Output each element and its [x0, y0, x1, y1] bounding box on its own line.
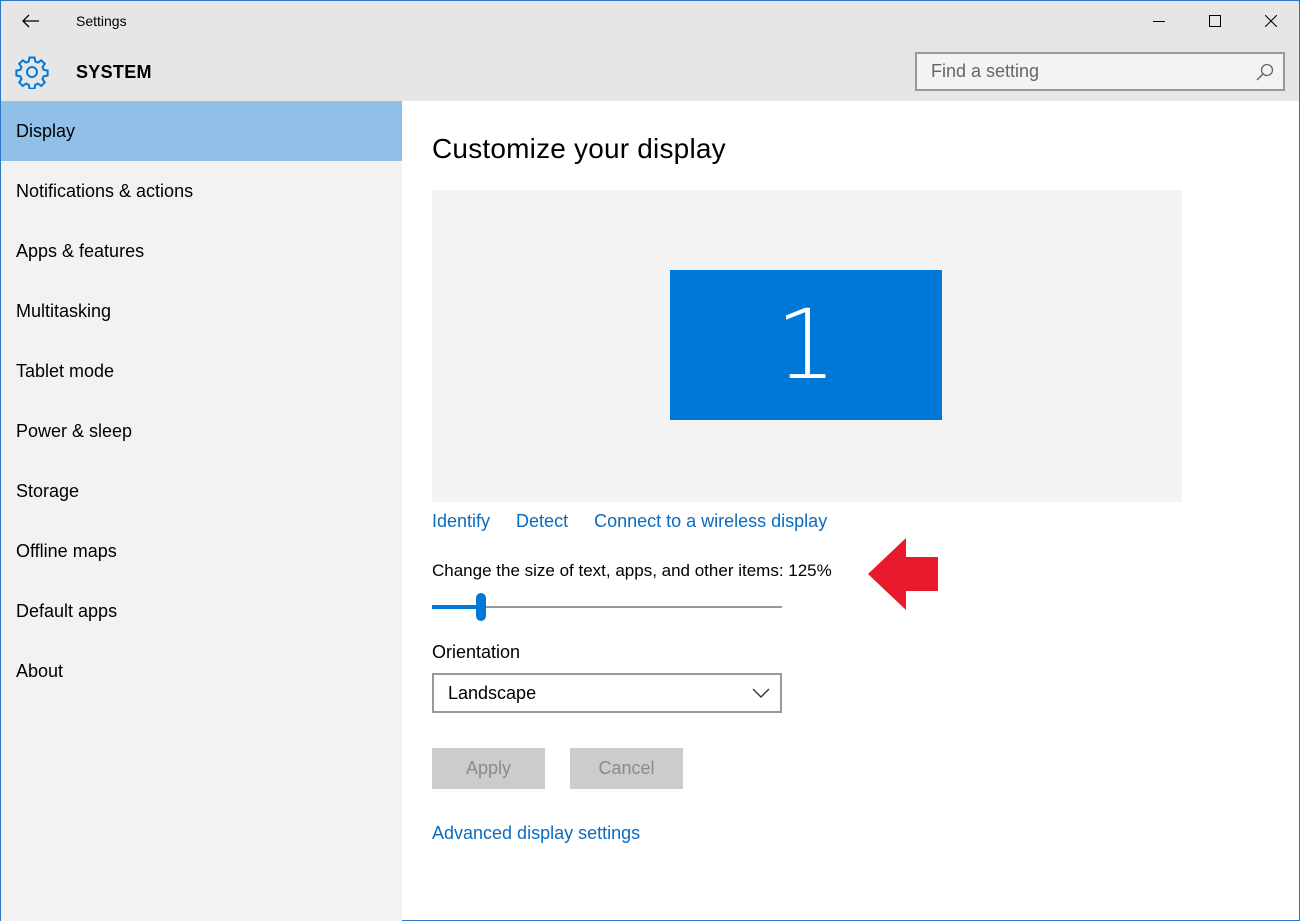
- display-links: Identify Detect Connect to a wireless di…: [432, 511, 853, 535]
- slider-fill: [432, 605, 481, 609]
- sidebar-item-apps-features[interactable]: Apps & features: [1, 221, 402, 281]
- window-title: Settings: [76, 13, 127, 29]
- monitor-number: 1: [775, 289, 837, 401]
- search-input[interactable]: [917, 54, 1247, 89]
- sidebar-item-notifications[interactable]: Notifications & actions: [1, 161, 402, 221]
- chevron-down-icon: [752, 688, 770, 698]
- red-arrow-annotation-icon: [868, 538, 938, 610]
- main-content: Customize your display 1 Identify Detect…: [402, 101, 1299, 920]
- sidebar-item-tablet-mode[interactable]: Tablet mode: [1, 341, 402, 401]
- search-box[interactable]: [915, 52, 1285, 91]
- settings-header: SYSTEM: [1, 41, 1299, 101]
- close-icon: [1265, 15, 1277, 27]
- sidebar-item-label: Offline maps: [16, 540, 117, 561]
- sidebar-item-label: Apps & features: [16, 240, 145, 261]
- sidebar-item-power-sleep[interactable]: Power & sleep: [1, 401, 402, 461]
- minimize-icon: [1153, 21, 1165, 22]
- sidebar: Display Notifications & actions Apps & f…: [1, 101, 402, 921]
- back-button[interactable]: [11, 5, 51, 37]
- sidebar-item-label: Tablet mode: [16, 360, 115, 381]
- sidebar-item-display[interactable]: Display: [1, 101, 402, 161]
- sidebar-item-label: Display: [16, 120, 76, 141]
- gear-icon: [15, 56, 49, 89]
- display-preview: 1: [432, 190, 1182, 502]
- sidebar-item-label: Notifications & actions: [16, 180, 194, 201]
- identify-link[interactable]: Identify: [432, 511, 490, 535]
- advanced-display-settings-link[interactable]: Advanced display settings: [432, 823, 640, 844]
- title-bar: Settings: [1, 1, 1299, 41]
- sidebar-item-label: Power & sleep: [16, 420, 133, 441]
- slider-thumb[interactable]: [476, 593, 486, 621]
- cancel-button[interactable]: Cancel: [570, 748, 683, 789]
- orientation-label: Orientation: [432, 642, 521, 662]
- close-button[interactable]: [1243, 1, 1299, 41]
- settings-window: Settings SYSTEM Display No: [0, 0, 1300, 921]
- sidebar-item-label: Default apps: [16, 600, 118, 621]
- sidebar-item-about[interactable]: About: [1, 641, 402, 701]
- connect-wireless-link[interactable]: Connect to a wireless display: [594, 511, 827, 535]
- orientation-dropdown[interactable]: Landscape: [432, 673, 782, 713]
- monitor-tile[interactable]: 1: [670, 270, 942, 420]
- back-arrow-icon: [22, 14, 39, 28]
- detect-link[interactable]: Detect: [516, 511, 568, 535]
- sidebar-item-storage[interactable]: Storage: [1, 461, 402, 521]
- scale-slider[interactable]: [432, 593, 782, 623]
- maximize-icon: [1209, 15, 1221, 27]
- sidebar-item-label: Multitasking: [16, 300, 112, 321]
- sidebar-item-label: Storage: [16, 480, 80, 501]
- orientation-selected-value: Landscape: [448, 682, 537, 703]
- search-icon[interactable]: [1255, 62, 1275, 82]
- apply-button[interactable]: Apply: [432, 748, 545, 789]
- maximize-button[interactable]: [1187, 1, 1243, 41]
- sidebar-item-default-apps[interactable]: Default apps: [1, 581, 402, 641]
- sidebar-item-offline-maps[interactable]: Offline maps: [1, 521, 402, 581]
- scale-label: Change the size of text, apps, and other…: [432, 561, 832, 580]
- sidebar-item-label: About: [16, 660, 64, 681]
- minimize-button[interactable]: [1131, 1, 1187, 41]
- page-title: Customize your display: [432, 133, 726, 164]
- sidebar-item-multitasking[interactable]: Multitasking: [1, 281, 402, 341]
- section-title: SYSTEM: [76, 62, 152, 82]
